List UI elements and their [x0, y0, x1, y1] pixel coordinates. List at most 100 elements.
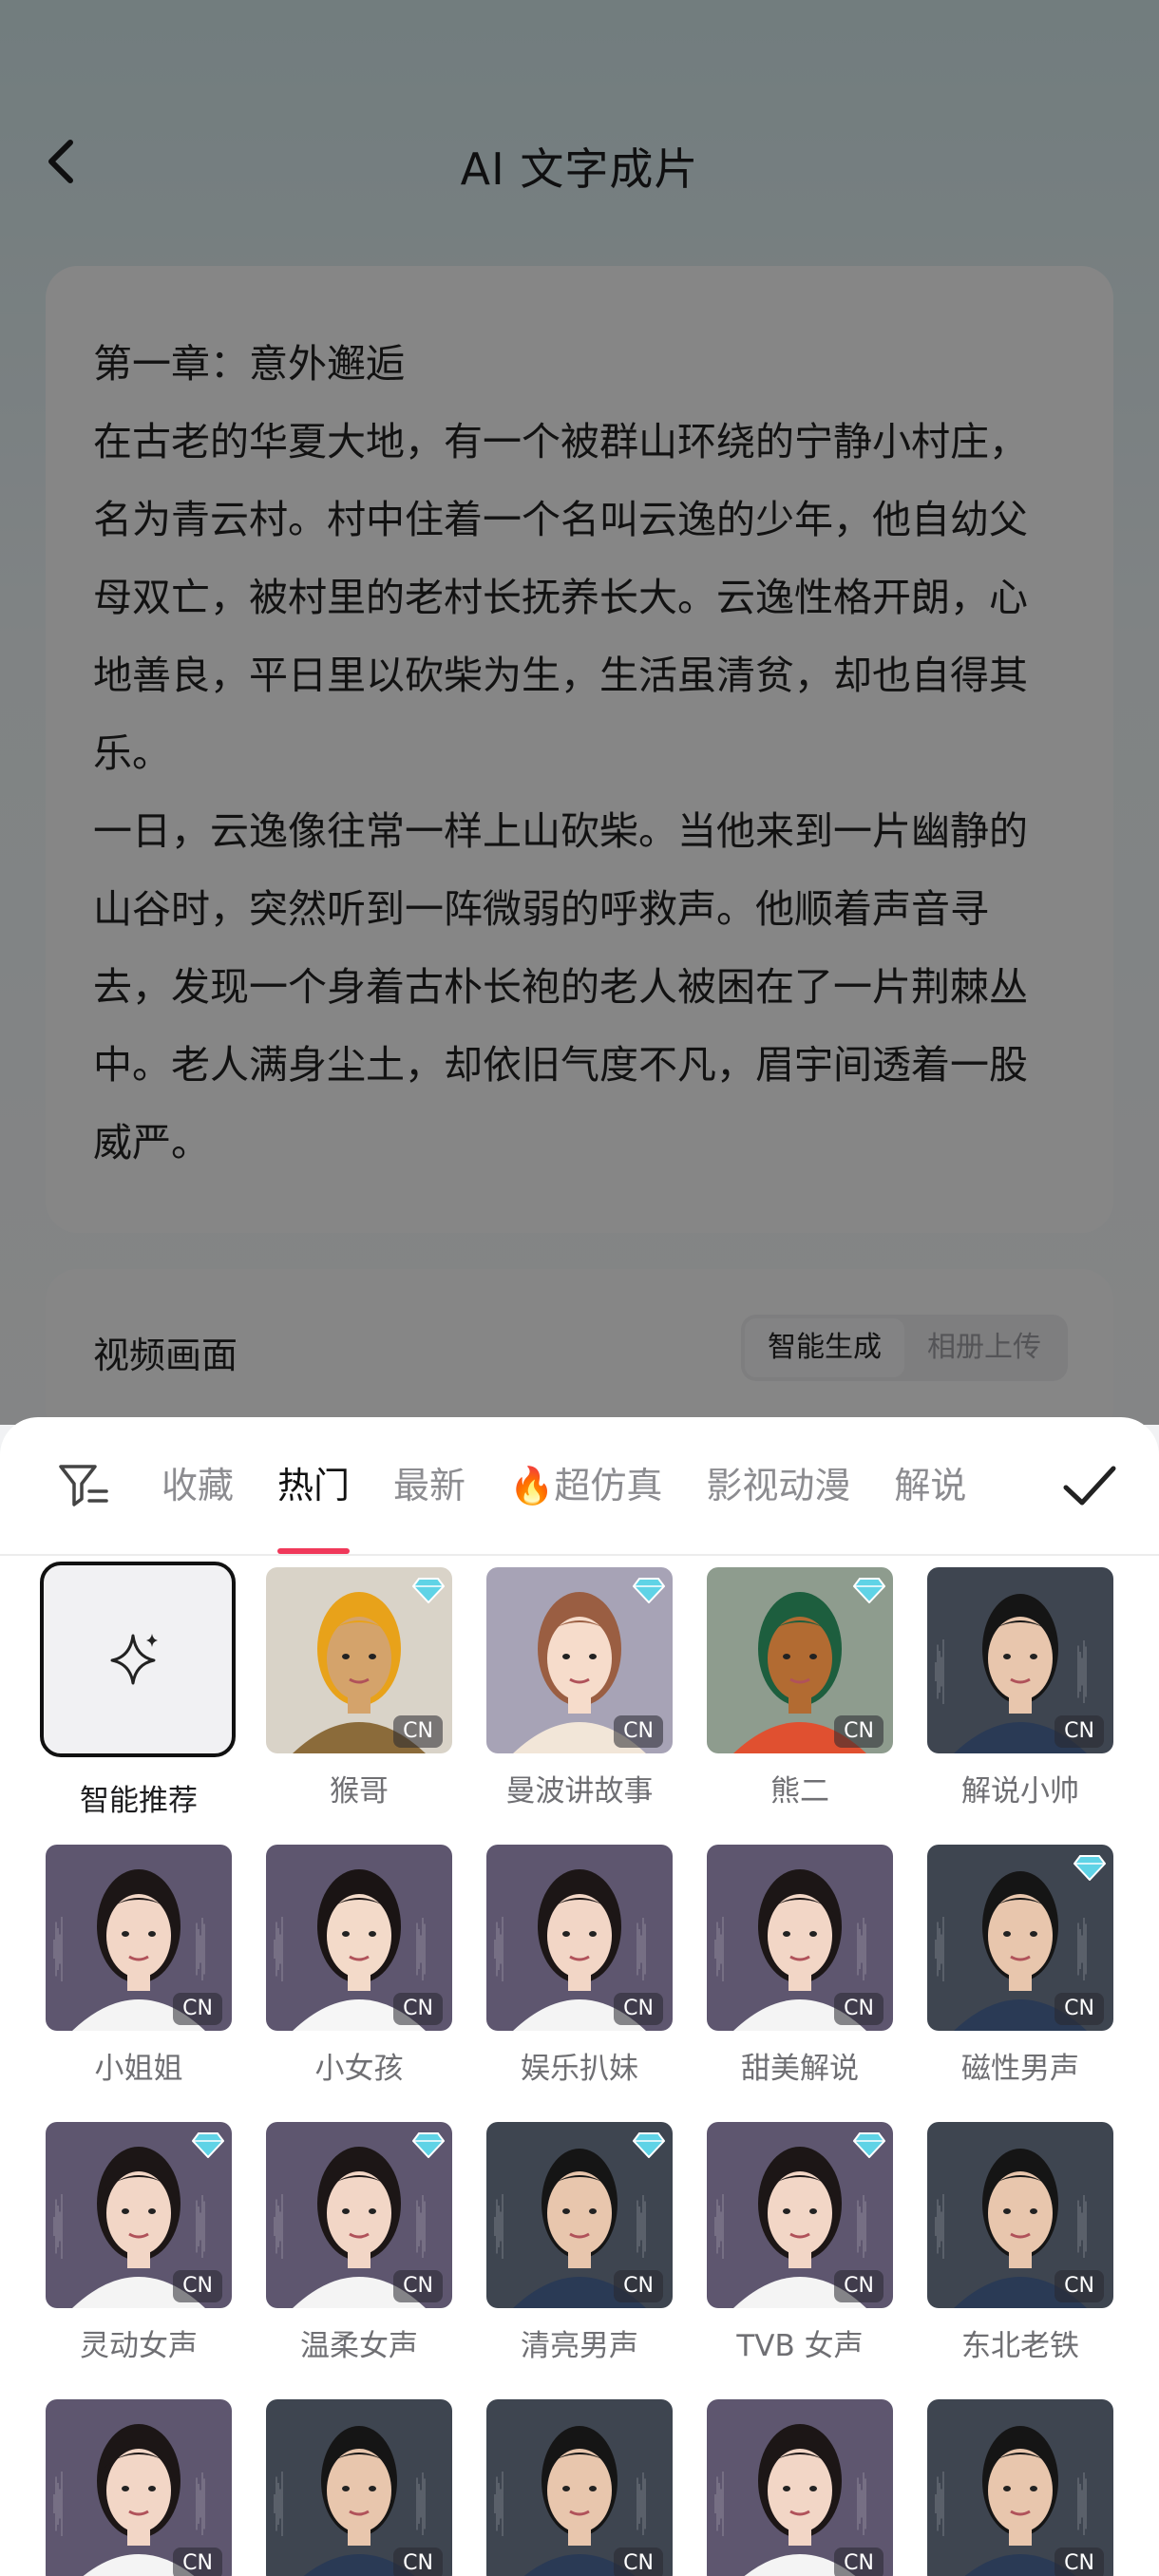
- voice-avatar: CN: [707, 2122, 893, 2308]
- voice-name: 灵动女声: [80, 2329, 198, 2363]
- voice-name: 磁性男声: [961, 2052, 1079, 2086]
- language-badge: CN: [614, 1715, 663, 1748]
- voice-grid: 智能推荐 CN 猴哥 CN 曼波讲故事 CN 熊二 CN 解说小帅 CN 小姐姐 CN 小女孩 CN 娱乐扒…: [0, 1562, 1159, 2576]
- voice-item[interactable]: CN 解说小帅: [927, 1567, 1113, 1809]
- voice-item[interactable]: CN 曼波讲故事: [486, 1567, 673, 1809]
- language-badge: CN: [614, 2270, 663, 2302]
- language-badge: CN: [1054, 1715, 1104, 1748]
- voice-item[interactable]: CN 熊二: [707, 1567, 893, 1809]
- voice-avatar: CN: [927, 1567, 1113, 1753]
- check-icon: [1063, 1466, 1116, 1506]
- voice-item[interactable]: CN 温柔女声: [266, 2122, 452, 2364]
- voice-item[interactable]: CN: [486, 2399, 673, 2576]
- voice-item[interactable]: CN 清亮男声: [486, 2122, 673, 2364]
- language-badge: CN: [393, 2548, 443, 2576]
- language-badge: CN: [1054, 2270, 1104, 2302]
- voice-name: 小姐姐: [94, 2052, 183, 2086]
- voice-item[interactable]: CN: [927, 2399, 1113, 2576]
- language-badge: CN: [834, 1993, 884, 2025]
- tab-label: 超仿真: [554, 1465, 663, 1506]
- voice-avatar: CN: [707, 1845, 893, 2031]
- language-badge: CN: [173, 2270, 222, 2302]
- voice-name: 熊二: [770, 1774, 829, 1809]
- voice-avatar: CN: [266, 1845, 452, 2031]
- tab-label: 解说: [894, 1465, 967, 1506]
- confirm-button[interactable]: [1056, 1453, 1123, 1520]
- tab-label: 影视动漫: [706, 1465, 851, 1506]
- voice-avatar: CN: [486, 1845, 673, 2031]
- tab-5[interactable]: 解说: [894, 1417, 966, 1554]
- filter-icon: [59, 1465, 108, 1506]
- voice-tabs-bar: 收藏 热门 最新 🔥超仿真 影视动漫 解说: [0, 1417, 1159, 1556]
- language-badge: CN: [173, 1993, 222, 2025]
- voice-name: 清亮男声: [521, 2329, 638, 2363]
- voice-item[interactable]: CN: [266, 2399, 452, 2576]
- voice-avatar: CN: [486, 2399, 673, 2576]
- voice-item[interactable]: CN 磁性男声: [927, 1845, 1113, 2087]
- voice-avatar: CN: [46, 2399, 232, 2576]
- voice-name: 温柔女声: [300, 2329, 418, 2363]
- voice-name: 智能推荐: [80, 1784, 198, 1818]
- voice-avatar: [40, 1562, 236, 1757]
- voice-item[interactable]: CN 小女孩: [266, 1845, 452, 2087]
- voice-name: 解说小帅: [961, 1774, 1079, 1809]
- tab-3[interactable]: 🔥超仿真: [509, 1417, 662, 1554]
- tab-label: 收藏: [162, 1465, 235, 1506]
- voice-item[interactable]: CN: [46, 2399, 232, 2576]
- voice-avatar: CN: [927, 1845, 1113, 2031]
- diamond-icon: [633, 1578, 665, 1603]
- diamond-icon: [192, 2132, 224, 2158]
- voice-category-tabs: 收藏 热门 最新 🔥超仿真 影视动漫 解说: [162, 1417, 1016, 1554]
- voice-avatar: CN: [46, 1845, 232, 2031]
- dim-overlay[interactable]: [0, 0, 1159, 1425]
- filter-button[interactable]: [55, 1457, 112, 1514]
- tab-label: 热门: [277, 1465, 351, 1506]
- tab-1[interactable]: 热门: [277, 1417, 351, 1554]
- language-badge: CN: [834, 2270, 884, 2302]
- voice-avatar: CN: [46, 2122, 232, 2308]
- voice-item[interactable]: CN 猴哥: [266, 1567, 452, 1809]
- diamond-icon: [633, 2132, 665, 2158]
- tab-label: 最新: [393, 1465, 466, 1506]
- voice-avatar: CN: [486, 2122, 673, 2308]
- voice-item[interactable]: CN 东北老铁: [927, 2122, 1113, 2364]
- voice-name: 东北老铁: [961, 2329, 1079, 2363]
- voice-item[interactable]: CN 小姐姐: [46, 1845, 232, 2087]
- language-badge: CN: [834, 2548, 884, 2576]
- voice-item[interactable]: CN 娱乐扒妹: [486, 1845, 673, 2087]
- language-badge: CN: [834, 1715, 884, 1748]
- language-badge: CN: [1054, 1993, 1104, 2025]
- language-badge: CN: [614, 1993, 663, 2025]
- diamond-icon: [412, 1578, 445, 1603]
- voice-avatar: CN: [266, 1567, 452, 1753]
- diamond-icon: [1074, 1855, 1106, 1881]
- voice-avatar: CN: [707, 2399, 893, 2576]
- voice-name: 娱乐扒妹: [521, 2052, 638, 2086]
- voice-item[interactable]: CN: [707, 2399, 893, 2576]
- voice-name: 猴哥: [330, 1774, 389, 1809]
- language-badge: CN: [614, 2548, 663, 2576]
- voice-name: TVB 女声: [736, 2329, 864, 2363]
- tab-4[interactable]: 影视动漫: [706, 1417, 850, 1554]
- voice-item[interactable]: CN TVB 女声: [707, 2122, 893, 2364]
- tab-2[interactable]: 最新: [393, 1417, 466, 1554]
- voice-item[interactable]: CN 灵动女声: [46, 2122, 232, 2364]
- language-badge: CN: [1054, 2548, 1104, 2576]
- diamond-icon: [853, 2132, 885, 2158]
- voice-item-smart-recommend[interactable]: 智能推荐: [40, 1562, 236, 1819]
- language-badge: CN: [393, 1715, 443, 1748]
- voice-avatar: CN: [927, 2122, 1113, 2308]
- voice-name: 曼波讲故事: [505, 1774, 654, 1809]
- voice-avatar: CN: [707, 1567, 893, 1753]
- voice-item[interactable]: CN 甜美解说: [707, 1845, 893, 2087]
- language-badge: CN: [173, 2548, 222, 2576]
- sparkle-icon: [110, 1634, 158, 1685]
- diamond-icon: [412, 2132, 445, 2158]
- voice-picker-sheet: 收藏 热门 最新 🔥超仿真 影视动漫 解说 智能推荐 CN 猴哥 CN 曼波讲故事 CN 熊二 CN 解说…: [0, 1417, 1159, 2576]
- voice-avatar: CN: [266, 2122, 452, 2308]
- voice-avatar: CN: [486, 1567, 673, 1753]
- diamond-icon: [853, 1578, 885, 1603]
- language-badge: CN: [393, 2270, 443, 2302]
- tab-0[interactable]: 收藏: [162, 1417, 234, 1554]
- language-badge: CN: [393, 1993, 443, 2025]
